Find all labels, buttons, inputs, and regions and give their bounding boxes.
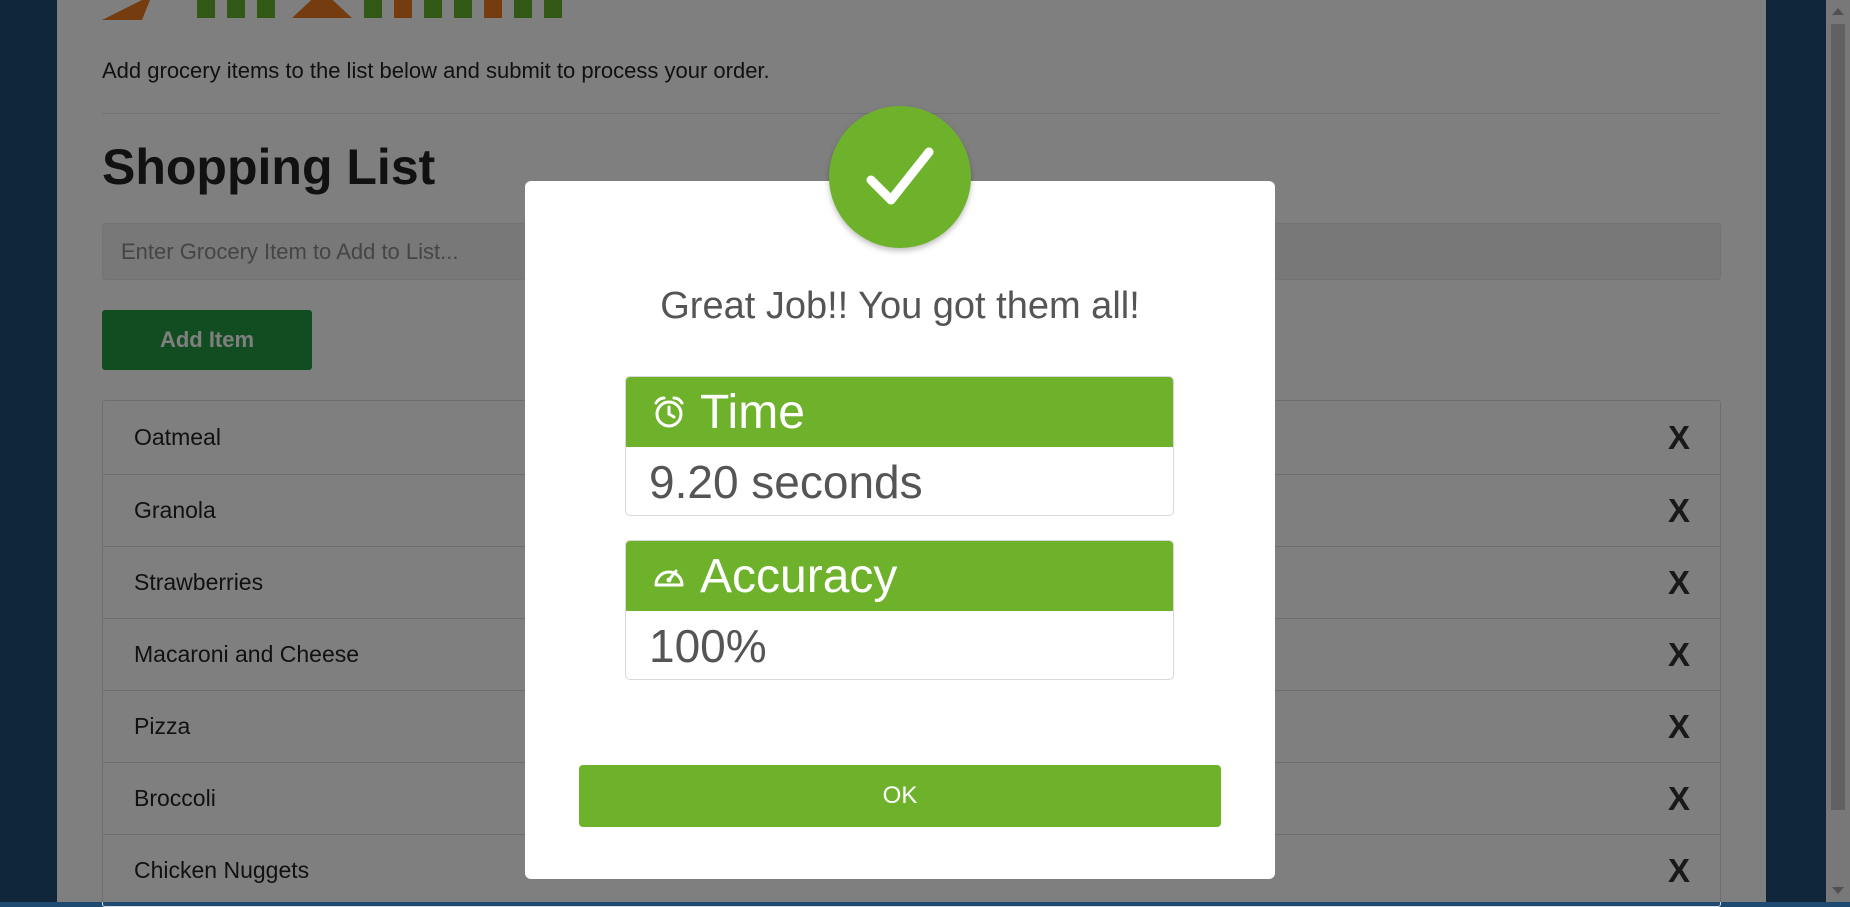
time-value: 9.20 seconds — [649, 456, 923, 508]
accuracy-card: Accuracy 100% — [625, 540, 1174, 680]
results-modal: Great Job!! You got them all! Time 9.20 … — [525, 181, 1275, 879]
alarm-clock-icon — [654, 396, 684, 428]
ok-button[interactable]: OK — [579, 765, 1221, 827]
accuracy-card-header: Accuracy — [626, 541, 1173, 611]
accuracy-value: 100% — [649, 620, 767, 672]
checkmark-icon — [866, 147, 934, 205]
time-card-header: Time — [626, 377, 1173, 447]
success-message: Great Job!! You got them all! — [660, 285, 1140, 327]
success-badge — [829, 106, 971, 248]
speedometer-icon — [654, 569, 684, 587]
accuracy-label: Accuracy — [700, 549, 898, 603]
time-card: Time 9.20 seconds — [625, 376, 1174, 516]
time-label: Time — [700, 385, 805, 439]
